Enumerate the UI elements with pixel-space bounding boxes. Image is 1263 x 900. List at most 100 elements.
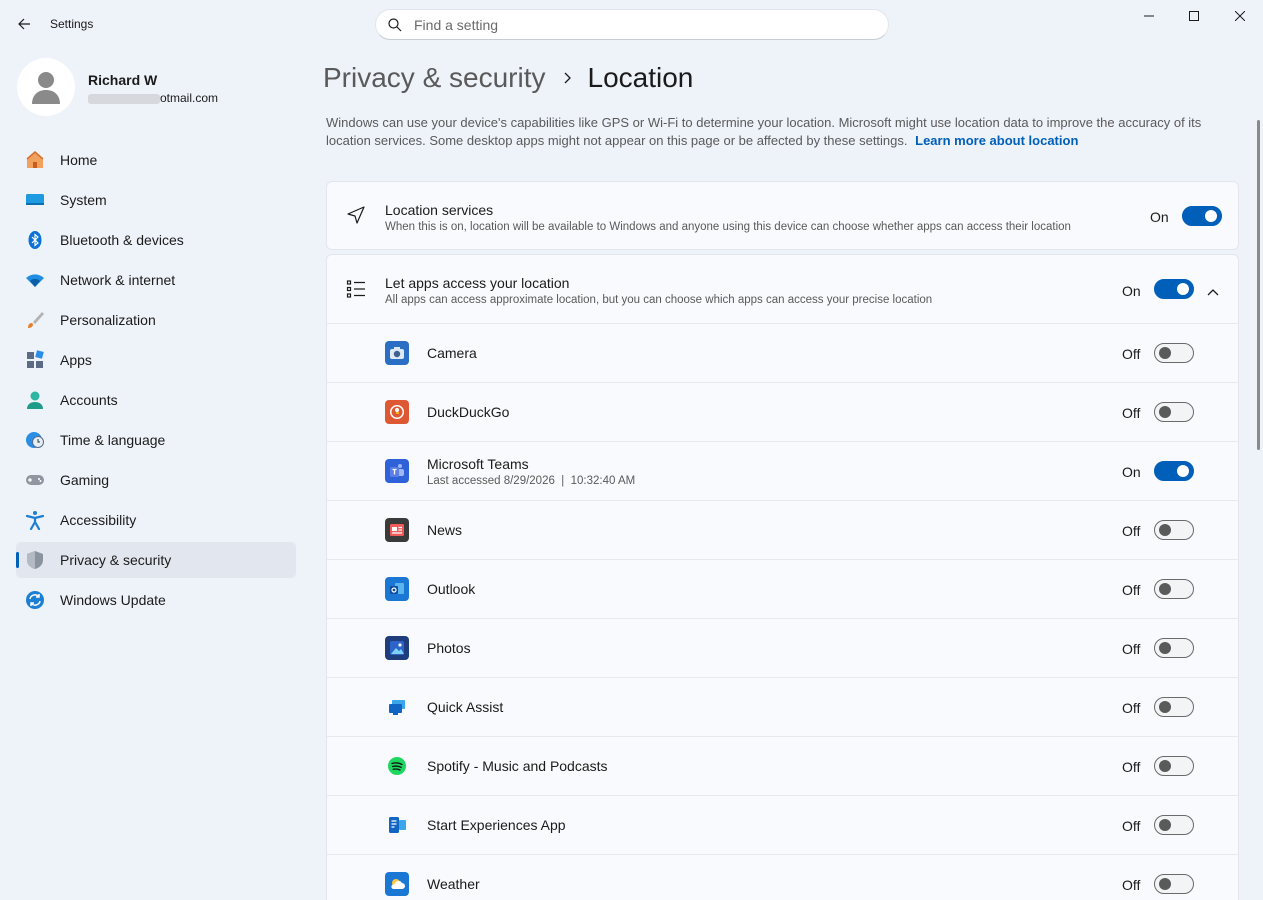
app-last-accessed: Last accessed 8/29/2026 | 10:32:40 AM <box>427 475 636 487</box>
apps-access-state: On <box>1122 283 1141 299</box>
system-icon <box>24 189 46 211</box>
app-text: Start Experiences App <box>427 817 566 833</box>
wifi-icon <box>24 269 46 291</box>
toggle-knob <box>1159 583 1171 595</box>
sidebar-item-network[interactable]: Network & internet <box>16 262 296 298</box>
app-text: Microsoft Teams Last accessed 8/29/2026 … <box>427 456 635 487</box>
location-services-toggle[interactable] <box>1182 206 1222 226</box>
email-redaction <box>88 93 160 104</box>
toggle-knob <box>1177 465 1189 477</box>
scrollbar[interactable] <box>1257 120 1260 450</box>
sidebar-item-privacy-security[interactable]: Privacy & security <box>16 542 296 578</box>
user-avatar-icon <box>32 72 60 104</box>
sidebar-item-bluetooth[interactable]: Bluetooth & devices <box>16 222 296 258</box>
app-state: Off <box>1122 641 1141 657</box>
apps-access-card: Let apps access your location All apps c… <box>326 254 1239 900</box>
outlook-location-toggle[interactable] <box>1154 579 1194 599</box>
start-experiences-location-toggle[interactable] <box>1154 815 1194 835</box>
sidebar-item-label: Apps <box>60 352 92 368</box>
location-services-state: On <box>1150 209 1169 225</box>
photos-app-icon <box>385 636 409 660</box>
quick-assist-location-toggle[interactable] <box>1154 697 1194 717</box>
app-name: Photos <box>427 640 471 656</box>
teams-app-icon <box>385 459 409 483</box>
sidebar-item-personalization[interactable]: Personalization <box>16 302 296 338</box>
app-name: Start Experiences App <box>427 817 566 833</box>
search-input[interactable] <box>414 16 834 33</box>
sidebar-item-gaming[interactable]: Gaming <box>16 462 296 498</box>
sidebar-item-label: Network & internet <box>60 272 176 288</box>
bluetooth-icon <box>24 229 46 251</box>
toggle-knob <box>1159 819 1171 831</box>
app-row-photos: Photos Off <box>327 618 1238 677</box>
breadcrumb-parent[interactable]: Privacy & security <box>323 62 546 94</box>
user-profile[interactable]: Richard W otmail.com <box>17 58 297 118</box>
learn-more-link[interactable]: Learn more about location <box>915 133 1078 148</box>
title-bar: Settings <box>0 0 1263 48</box>
app-row-spotify: Spotify - Music and Podcasts Off <box>327 736 1238 795</box>
apps-access-row[interactable]: Let apps access your location All apps c… <box>327 255 1238 323</box>
app-state: On <box>1122 464 1141 480</box>
duckduckgo-location-toggle[interactable] <box>1154 402 1194 422</box>
app-row-camera: Camera Off <box>327 323 1238 382</box>
maximize-button[interactable] <box>1171 0 1217 32</box>
search-icon <box>388 17 402 31</box>
sidebar-item-label: System <box>60 192 107 208</box>
app-name: Weather <box>427 876 480 892</box>
avatar <box>17 58 75 116</box>
app-state: Off <box>1122 346 1141 362</box>
app-name: Spotify - Music and Podcasts <box>427 758 608 774</box>
app-state: Off <box>1122 759 1141 775</box>
sidebar-item-system[interactable]: System <box>16 182 296 218</box>
app-row-weather: Weather Off <box>327 854 1238 900</box>
app-name: Microsoft Teams <box>427 456 529 472</box>
app-row-start-experiences: Start Experiences App Off <box>327 795 1238 854</box>
weather-app-icon <box>385 872 409 896</box>
user-name: Richard W <box>88 72 158 88</box>
update-icon <box>24 589 46 611</box>
page-description: Windows can use your device's capabiliti… <box>326 114 1236 150</box>
location-services-title: Location services <box>385 202 494 218</box>
back-button[interactable] <box>10 10 38 38</box>
chevron-up-icon[interactable] <box>1207 283 1219 301</box>
apps-access-toggle[interactable] <box>1154 279 1194 299</box>
sidebar-item-windows-update[interactable]: Windows Update <box>16 582 296 618</box>
sidebar-item-home[interactable]: Home <box>16 142 296 178</box>
location-services-text: Location services When this is on, locat… <box>385 202 1071 233</box>
apps-access-text: Let apps access your location All apps c… <box>385 275 932 306</box>
app-text: Camera <box>427 345 477 361</box>
news-location-toggle[interactable] <box>1154 520 1194 540</box>
app-state: Off <box>1122 700 1141 716</box>
sidebar-item-apps[interactable]: Apps <box>16 342 296 378</box>
photos-location-toggle[interactable] <box>1154 638 1194 658</box>
sidebar-item-accounts[interactable]: Accounts <box>16 382 296 418</box>
app-text: Outlook <box>427 581 475 597</box>
app-name: DuckDuckGo <box>427 404 510 420</box>
brush-icon <box>24 309 46 331</box>
app-state: Off <box>1122 582 1141 598</box>
gamepad-icon <box>24 469 46 491</box>
app-name: Quick Assist <box>427 699 504 715</box>
teams-location-toggle[interactable] <box>1154 461 1194 481</box>
camera-location-toggle[interactable] <box>1154 343 1194 363</box>
close-button[interactable] <box>1217 0 1263 32</box>
weather-location-toggle[interactable] <box>1154 874 1194 894</box>
sidebar-item-accessibility[interactable]: Accessibility <box>16 502 296 538</box>
apps-access-title: Let apps access your location <box>385 275 570 291</box>
toggle-knob <box>1159 642 1171 654</box>
minimize-icon <box>1144 15 1154 17</box>
toggle-knob <box>1159 701 1171 713</box>
sidebar-item-label: Accounts <box>60 392 118 408</box>
search-box[interactable] <box>375 9 889 40</box>
spotify-location-toggle[interactable] <box>1154 756 1194 776</box>
close-icon <box>1235 11 1245 21</box>
start-experiences-app-icon <box>385 813 409 837</box>
sidebar-item-time-language[interactable]: Time & language <box>16 422 296 458</box>
minimize-button[interactable] <box>1126 0 1172 32</box>
app-row-news: News Off <box>327 500 1238 559</box>
app-title: Settings <box>50 17 94 31</box>
quick-assist-app-icon <box>385 695 409 719</box>
shield-icon <box>24 549 46 571</box>
user-email-text: otmail.com <box>160 91 219 105</box>
back-arrow-icon <box>18 18 30 30</box>
